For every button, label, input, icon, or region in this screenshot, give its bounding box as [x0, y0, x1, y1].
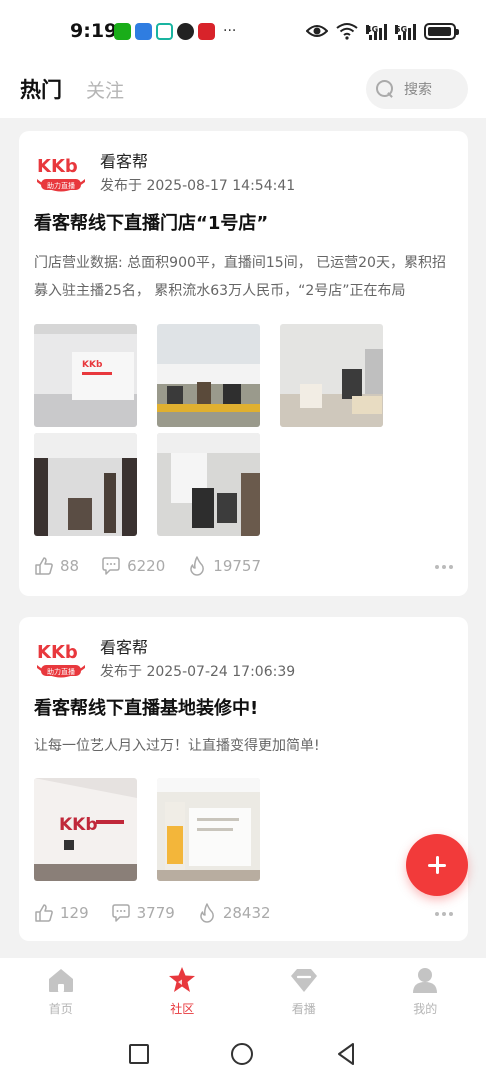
post-image[interactable]: [280, 324, 383, 427]
logo-subtitle: 助力直播: [47, 667, 75, 676]
nav-community-label: 社区: [170, 1002, 195, 1016]
post-image[interactable]: [157, 433, 260, 536]
create-post-button[interactable]: [406, 834, 468, 896]
post-images: KKb: [34, 778, 383, 881]
views-stat: 28432: [197, 903, 271, 923]
post-image[interactable]: KKb: [34, 778, 137, 881]
post-image[interactable]: KKb: [34, 324, 137, 427]
comment-button[interactable]: 3779: [111, 903, 175, 923]
red-app-icon: [198, 23, 215, 40]
publish-time: 发布于 2025-07-24 17:06:39: [100, 664, 296, 680]
author-name[interactable]: 看客帮: [100, 634, 148, 658]
diamond-icon: [290, 969, 317, 992]
views-stat: 19757: [187, 556, 261, 576]
like-button[interactable]: 88: [34, 556, 79, 576]
signal-5g-icon: 5G: [395, 23, 416, 40]
status-time: 9:19: [70, 20, 118, 42]
like-button[interactable]: 129: [34, 903, 89, 923]
system-navigation-bar: [0, 1028, 486, 1080]
more-options-icon[interactable]: [435, 912, 453, 916]
nav-community[interactable]: 社区: [122, 958, 244, 1028]
signal-5g-label: 5G: [395, 24, 408, 34]
post-body[interactable]: 让每一位艺人月入过万！让直播变得更加简单!: [34, 732, 454, 760]
qq-icon: [177, 23, 194, 40]
logo-text: KKb: [37, 156, 78, 177]
svg-text:KKb: KKb: [59, 815, 98, 835]
views-count: 19757: [213, 557, 261, 575]
thumbs-up-icon: [35, 904, 53, 922]
publish-time: 发布于 2025-08-17 14:54:41: [100, 178, 296, 194]
comment-count: 3779: [136, 904, 175, 922]
eye-icon: [306, 25, 328, 37]
more-notifications-icon: ···: [223, 23, 237, 39]
logo-text: KKb: [37, 642, 78, 663]
flame-icon: [190, 556, 205, 576]
logo-subtitle: 助力直播: [47, 181, 75, 190]
views-count: 28432: [222, 904, 271, 922]
home-icon: [48, 969, 73, 992]
top-header: 热门 关注 搜索: [0, 62, 486, 118]
comment-icon: [111, 904, 130, 922]
post-card[interactable]: KKb 助力直播 看客帮 发布于 2025-08-17 14:54:41 看客帮…: [19, 131, 468, 596]
app-notification-icon: [135, 23, 152, 40]
tab-hot[interactable]: 热门: [20, 74, 62, 104]
post-image[interactable]: [34, 433, 137, 536]
post-stats: 129 3779 28432: [34, 903, 293, 923]
nav-watch[interactable]: 看播: [243, 958, 365, 1028]
thumbs-up-icon: [35, 557, 53, 575]
post-stats: 88 6220 19757: [34, 556, 283, 576]
battery-level: [428, 26, 451, 36]
tab-follow[interactable]: 关注: [86, 76, 124, 103]
notification-icons: ···: [114, 23, 236, 40]
wechat-icon: [114, 23, 131, 40]
more-options-icon[interactable]: [435, 565, 453, 569]
star-icon: [169, 967, 196, 992]
avatar[interactable]: KKb 助力直播: [34, 635, 88, 683]
like-count: 88: [60, 557, 80, 575]
home-button[interactable]: [231, 1043, 253, 1065]
post-image[interactable]: [157, 778, 260, 881]
search-placeholder: 搜索: [404, 82, 432, 98]
recent-apps-button[interactable]: [129, 1044, 149, 1064]
post-title[interactable]: 看客帮线下直播基地装修中!: [34, 694, 258, 720]
nav-home[interactable]: 首页: [0, 958, 122, 1028]
status-indicators: 4G 5G: [306, 22, 459, 40]
search-input[interactable]: 搜索: [366, 69, 468, 109]
signal-4g-icon: 4G: [366, 23, 387, 40]
post-title[interactable]: 看客帮线下直播门店“1号店”: [34, 209, 268, 235]
comment-button[interactable]: 6220: [101, 556, 165, 576]
comment-icon: [102, 557, 120, 575]
post-image[interactable]: [157, 324, 260, 427]
comment-count: 6220: [127, 557, 166, 575]
user-icon: [413, 968, 438, 993]
post-body[interactable]: 门店营业数据: 总面积900平，直播间15间， 已运营20天，累积招募入驻主播2…: [34, 249, 454, 305]
nav-mine[interactable]: 我的: [365, 958, 486, 1028]
nav-home-label: 首页: [48, 1002, 73, 1016]
nav-mine-label: 我的: [413, 1002, 438, 1016]
status-bar: 9:19 ··· 4G 5G: [0, 0, 486, 62]
back-button[interactable]: [336, 1042, 356, 1066]
search-icon: [376, 80, 394, 98]
author-name[interactable]: 看客帮: [100, 148, 148, 172]
signal-4g-label: 4G: [366, 24, 379, 34]
post-card[interactable]: KKb 助力直播 看客帮 发布于 2025-07-24 17:06:39 看客帮…: [19, 617, 468, 941]
battery-icon: [424, 22, 459, 40]
avatar[interactable]: KKb 助力直播: [34, 149, 88, 197]
post-images: KKb: [34, 324, 383, 536]
flame-icon: [200, 903, 214, 923]
bottom-nav: 首页 社区 看播 我的: [0, 958, 486, 1028]
nav-watch-label: 看播: [291, 1002, 316, 1016]
wifi-icon: [336, 23, 358, 40]
svg-text:KKb: KKb: [82, 360, 103, 370]
network-icon: [156, 23, 173, 40]
like-count: 129: [60, 904, 89, 922]
